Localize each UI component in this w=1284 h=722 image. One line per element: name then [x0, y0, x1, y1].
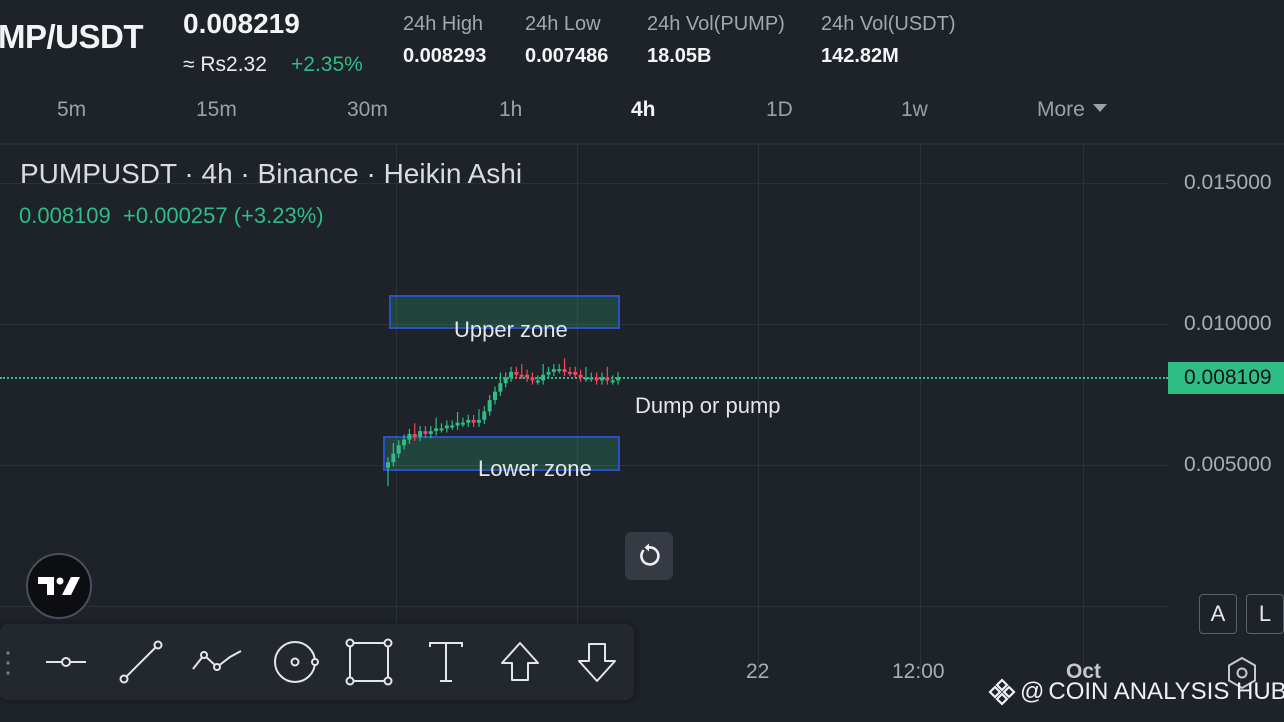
candle-body: [589, 377, 594, 380]
candle-body: [600, 377, 604, 381]
path-tool[interactable]: [189, 636, 245, 688]
candle-body: [594, 377, 599, 381]
candle-body: [476, 419, 481, 423]
text-icon: [429, 642, 463, 682]
tradingview-logo-icon: [38, 577, 80, 595]
watermark-at: @: [1020, 678, 1045, 705]
price-axis-label: 0.015000: [1184, 171, 1272, 194]
text-tool[interactable]: [418, 636, 474, 688]
drawing-toolbar: [0, 624, 634, 700]
candle-body: [493, 391, 497, 401]
auto-scale-button[interactable]: A: [1199, 594, 1237, 634]
reset-icon: [640, 543, 660, 566]
candle-body: [386, 462, 390, 468]
candle-body: [557, 369, 562, 372]
candle-body: [428, 431, 433, 434]
candle-body: [396, 445, 401, 454]
candle-body: [509, 371, 514, 378]
candle-body: [546, 371, 551, 375]
trend-line-tool[interactable]: [113, 636, 169, 688]
binance-logo-icon: [988, 678, 1016, 706]
rectangle-icon: [345, 638, 393, 686]
candle-body: [567, 371, 572, 374]
candle-body: [514, 371, 519, 375]
tradingview-logo[interactable]: [26, 553, 92, 619]
reset-chart-button[interactable]: [625, 532, 673, 580]
arrow-up-icon: [501, 642, 539, 681]
horizontal-line-icon: [46, 657, 86, 667]
candle-body: [616, 377, 621, 381]
price-axis-label: 0.010000: [1184, 312, 1272, 335]
candle-body: [562, 369, 567, 372]
upper-zone-label: Upper zone: [454, 317, 568, 342]
trend-line-icon: [119, 640, 163, 684]
candle-body: [423, 431, 428, 434]
path-icon: [192, 650, 242, 671]
chart-note-text: Dump or pump: [635, 393, 781, 418]
candle-body: [466, 419, 471, 423]
candle-body: [471, 419, 476, 423]
candle-body: [525, 374, 530, 378]
circle-tool[interactable]: [267, 636, 323, 688]
arrow-up-tool[interactable]: [492, 636, 548, 688]
candle-body: [407, 433, 412, 440]
current-price-tag: 0.008109: [1168, 362, 1284, 394]
horizontal-line-tool[interactable]: [38, 636, 94, 688]
candle-body: [487, 400, 492, 412]
candle-body: [519, 374, 524, 377]
candle-body: [391, 453, 396, 463]
candle-body: [498, 383, 503, 392]
candle-body: [450, 425, 455, 428]
candle-body: [482, 411, 487, 420]
log-scale-button[interactable]: L: [1246, 594, 1284, 634]
candle-body: [578, 374, 583, 378]
candle-body: [583, 377, 588, 380]
arrow-down-icon: [578, 643, 616, 682]
candlestick-series: [386, 358, 621, 487]
candle-body: [402, 439, 407, 446]
arrow-down-tool[interactable]: [569, 636, 625, 688]
watermark: @ COIN ANALYSIS HUB: [988, 678, 1284, 706]
candle-body: [434, 428, 439, 432]
candle-body: [439, 428, 444, 431]
candle-body: [418, 431, 423, 437]
watermark-text: COIN ANALYSIS HUB: [1048, 678, 1284, 705]
candle-body: [535, 380, 540, 383]
price-axis-label: 0.005000: [1184, 453, 1272, 476]
time-axis-label: 12:00: [892, 660, 945, 683]
candle-body: [605, 377, 610, 381]
candle-body: [610, 380, 615, 383]
circle-icon: [274, 641, 319, 683]
time-axis-label: 22: [746, 660, 770, 683]
candle-body: [503, 377, 508, 384]
lower-zone-label: Lower zone: [478, 456, 592, 481]
rectangle-tool[interactable]: [341, 636, 397, 688]
candle-body: [551, 369, 556, 372]
candle-body: [412, 433, 417, 437]
drag-handle-icon[interactable]: [6, 650, 10, 676]
candle-body: [460, 422, 465, 425]
candle-body: [541, 374, 546, 381]
candle-body: [573, 371, 578, 375]
candle-body: [455, 422, 460, 426]
candle-body: [530, 377, 535, 381]
candle-body: [444, 425, 449, 429]
